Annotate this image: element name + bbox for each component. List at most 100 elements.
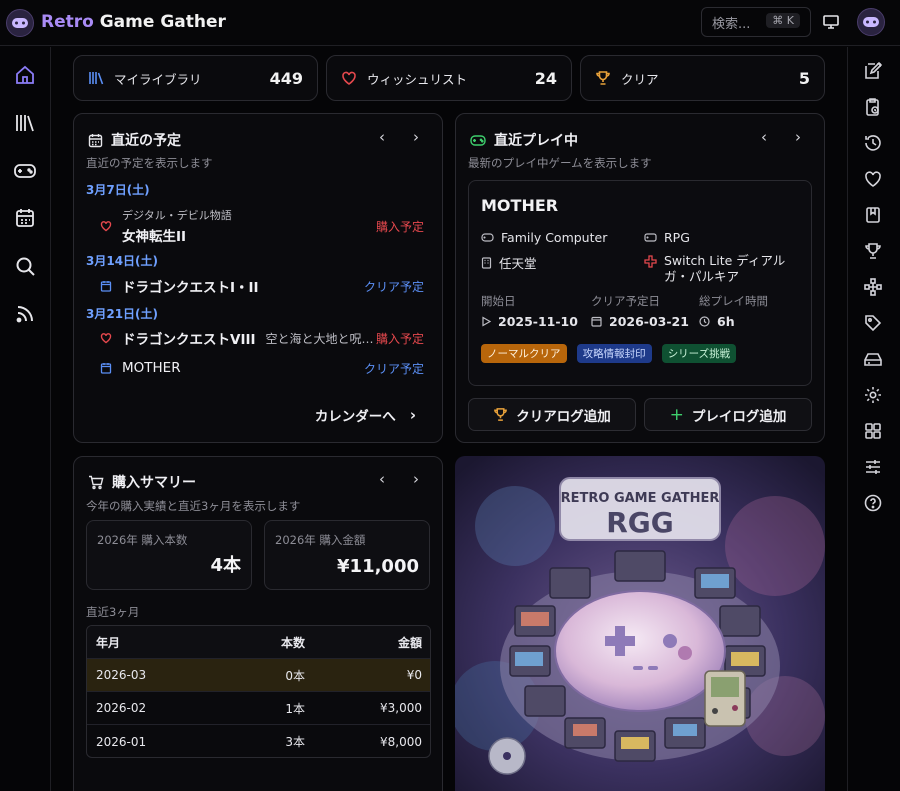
schedule-item-tag: 購入予定 bbox=[375, 331, 424, 346]
next-arrow-icon[interactable]: › bbox=[792, 128, 804, 146]
prev-arrow-icon[interactable]: ‹ bbox=[758, 128, 770, 146]
help-icon[interactable] bbox=[862, 492, 884, 514]
stat-wishlist-value: 24 bbox=[534, 68, 557, 88]
now-playing-title: 直近プレイ中 bbox=[470, 130, 578, 150]
tag-icon[interactable] bbox=[862, 312, 884, 334]
app-root: Retro Game Gather 検索... ⌘ K マイライブラリ 449 … bbox=[0, 0, 900, 791]
cell-count: 3本 bbox=[285, 735, 305, 749]
rss-icon[interactable] bbox=[12, 301, 38, 327]
monitor-icon[interactable] bbox=[822, 13, 842, 33]
schedule-item-series: デジタル・デビル物語 bbox=[122, 209, 232, 222]
add-clear-log-button[interactable]: クリアログ追加 bbox=[468, 398, 636, 431]
search-icon[interactable] bbox=[12, 253, 38, 279]
calendar-icon[interactable] bbox=[12, 205, 38, 231]
schedule-date: 3月7日(土) bbox=[86, 183, 150, 197]
schedule-nav: ‹ › bbox=[376, 128, 422, 146]
cell-amount: ¥0 bbox=[406, 668, 422, 682]
puzzle-icon[interactable] bbox=[862, 276, 884, 298]
drive-icon[interactable] bbox=[862, 348, 884, 370]
gamepad-icon[interactable] bbox=[12, 158, 38, 184]
purchase-amount-value: ¥11,000 bbox=[337, 556, 419, 577]
gamepad-icon bbox=[470, 134, 486, 146]
table-row[interactable]: 2026-03 0本 ¥0 bbox=[87, 659, 430, 692]
table-row[interactable]: 2026-02 1本 ¥3,000 bbox=[87, 692, 430, 725]
schedule-item-title: ドラゴンクエストVIII bbox=[122, 332, 256, 348]
stat-clear-card[interactable]: クリア 5 bbox=[580, 55, 825, 101]
cell-month: 2026-03 bbox=[96, 668, 147, 682]
stat-clear-value: 5 bbox=[798, 68, 810, 88]
now-playing-nav: ‹ › bbox=[758, 128, 804, 146]
schedule-item-title: ドラゴンクエストI・II bbox=[122, 280, 259, 296]
purchase-title: 購入サマリー bbox=[88, 472, 196, 492]
play-time-value: 6h bbox=[699, 314, 735, 329]
tag-pill[interactable]: ノーマルクリア bbox=[481, 344, 567, 363]
column-header: 金額 bbox=[397, 635, 422, 650]
recent-months-label: 直近3ヶ月 bbox=[86, 605, 140, 619]
play-icon bbox=[482, 316, 491, 327]
purchase-count-value: 4本 bbox=[210, 555, 241, 576]
grid-icon[interactable] bbox=[862, 420, 884, 442]
cell-amount: ¥8,000 bbox=[380, 734, 422, 749]
schedule-item[interactable]: ドラゴンクエストI・II クリア予定 bbox=[100, 276, 424, 296]
stat-library-card[interactable]: マイライブラリ 449 bbox=[73, 55, 318, 101]
prev-arrow-icon[interactable]: ‹ bbox=[376, 470, 388, 488]
user-avatar[interactable] bbox=[857, 8, 885, 36]
clipboard-icon bbox=[100, 362, 114, 374]
game-detail-panel[interactable]: MOTHER Family Computer RPG 任天堂 Switch Li… bbox=[468, 180, 812, 386]
stat-wishlist-label: ウィッシュリスト bbox=[367, 71, 468, 87]
purchase-amount-box: 2026年 購入金額 ¥11,000 bbox=[264, 520, 430, 590]
gamepad-icon bbox=[481, 233, 494, 242]
tag-pill[interactable]: シリーズ挑戦 bbox=[661, 344, 737, 363]
heart-icon[interactable] bbox=[862, 168, 884, 190]
purchase-subtitle: 今年の購入実績と直近3ヶ月を表示します bbox=[86, 499, 301, 513]
prev-arrow-icon[interactable]: ‹ bbox=[376, 128, 388, 146]
library-icon[interactable] bbox=[12, 110, 38, 136]
stat-wishlist-card[interactable]: ウィッシュリスト 24 bbox=[326, 55, 572, 101]
cell-count: 0本 bbox=[285, 668, 305, 683]
next-arrow-icon[interactable]: › bbox=[410, 470, 422, 488]
controller-icon bbox=[644, 233, 657, 242]
schedule-item-subtitle: 空と海と大地と呪… bbox=[265, 331, 374, 346]
bookmark-icon[interactable] bbox=[862, 204, 884, 226]
app-title[interactable]: Retro Game Gather bbox=[41, 12, 226, 32]
home-icon[interactable] bbox=[12, 62, 38, 88]
schedule-item[interactable]: デジタル・デビル物語 女神転生II 購入予定 bbox=[100, 207, 424, 245]
table-row[interactable]: 2026-01 3本 ¥8,000 bbox=[87, 725, 430, 757]
play-time-label: 総プレイ時間 bbox=[699, 294, 768, 308]
next-arrow-icon[interactable]: › bbox=[410, 128, 422, 146]
purchase-nav: ‹ › bbox=[376, 470, 422, 488]
cell-month: 2026-01 bbox=[96, 734, 147, 749]
add-play-log-button[interactable]: + プレイログ追加 bbox=[644, 398, 812, 431]
column-header: 本数 bbox=[280, 635, 305, 650]
stat-library-value: 449 bbox=[269, 68, 303, 88]
schedule-item[interactable]: MOTHER クリア予定 bbox=[100, 360, 424, 376]
cell-month: 2026-02 bbox=[96, 701, 147, 715]
library-icon bbox=[89, 72, 104, 85]
gear-icon[interactable] bbox=[862, 384, 884, 406]
stat-clear-label: クリア bbox=[621, 71, 659, 87]
logo-gamepad-icon[interactable] bbox=[6, 9, 34, 37]
purchase-count-label: 2026年 購入本数 bbox=[97, 533, 188, 547]
top-header: Retro Game Gather 検索... ⌘ K bbox=[0, 0, 900, 46]
trophy-icon bbox=[596, 71, 610, 85]
clipboard-clock-icon[interactable] bbox=[862, 96, 884, 118]
purchase-table: 年月 本数 金額 2026-03 0本 ¥0 2026-02 1本 ¥3,000… bbox=[86, 625, 431, 758]
schedule-item-title: MOTHER bbox=[122, 360, 181, 376]
search-button[interactable]: 検索... ⌘ K bbox=[701, 7, 811, 37]
schedule-item[interactable]: ドラゴンクエストVIII 空と海と大地と呪… 購入予定 bbox=[100, 328, 424, 348]
tag-list: ノーマルクリア 攻略情報封印 シリーズ挑戦 bbox=[481, 342, 741, 363]
history-icon[interactable] bbox=[862, 132, 884, 154]
note-edit-icon[interactable] bbox=[862, 60, 884, 82]
cell-count: 1本 bbox=[285, 701, 305, 716]
schedule-item-title: 女神転生II bbox=[122, 229, 187, 245]
left-sidebar bbox=[0, 47, 51, 791]
genre-meta: RPG bbox=[644, 230, 690, 245]
tag-pill[interactable]: 攻略情報封印 bbox=[576, 344, 652, 363]
trophy-icon[interactable] bbox=[862, 240, 884, 262]
purchase-summary-card: 購入サマリー ‹ › 今年の購入実績と直近3ヶ月を表示します 2026年 購入本… bbox=[73, 456, 443, 791]
heart-icon bbox=[100, 332, 114, 344]
purchase-count-box: 2026年 購入本数 4本 bbox=[86, 520, 252, 590]
search-shortcut: ⌘ K bbox=[766, 13, 800, 28]
calendar-link[interactable]: カレンダーへ › bbox=[315, 405, 416, 425]
sliders-icon[interactable] bbox=[862, 456, 884, 478]
